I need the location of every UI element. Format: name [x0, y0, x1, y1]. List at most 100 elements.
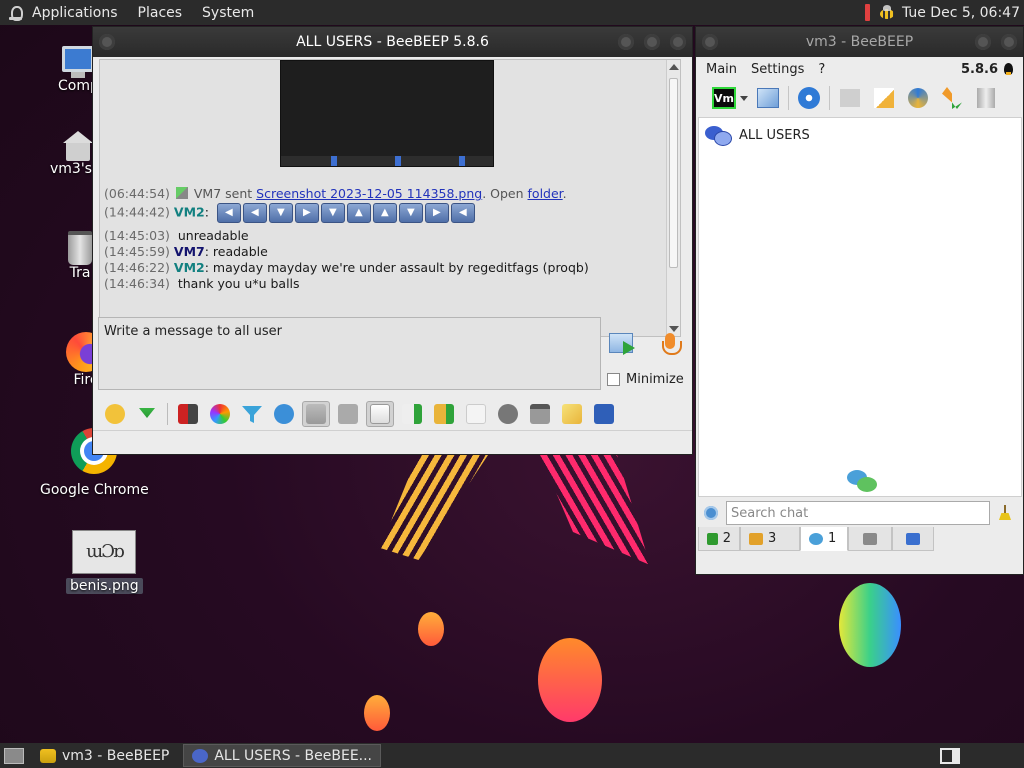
chat-nick[interactable]: VM7 — [174, 244, 205, 259]
window-menu-icon[interactable] — [99, 34, 115, 50]
chat-nick[interactable]: VM2 — [174, 260, 205, 275]
scroll-thumb[interactable] — [669, 78, 678, 268]
tab-users[interactable]: 2 — [698, 527, 740, 551]
main-window-title: vm3 - BeeBEEP — [805, 34, 914, 50]
close-window-icon[interactable] — [1001, 34, 1017, 50]
close-window-icon[interactable] — [670, 34, 686, 50]
plugins-button[interactable] — [904, 84, 932, 112]
window-button[interactable] — [526, 401, 554, 427]
screenshot-preview[interactable] — [280, 60, 494, 167]
window-menu-icon[interactable] — [702, 34, 718, 50]
menu-help[interactable]: ? — [818, 62, 825, 77]
envelope-icon — [840, 89, 860, 107]
edit-profile-button[interactable] — [754, 84, 782, 112]
emoji-button[interactable]: ◀ — [216, 203, 241, 223]
save-button[interactable] — [590, 401, 618, 427]
emoji-button[interactable]: ▼ — [268, 203, 293, 223]
battery-indicator-icon[interactable] — [864, 4, 870, 21]
scroll-up-icon[interactable] — [669, 64, 679, 70]
scroll-down-icon[interactable] — [669, 326, 679, 332]
taskbar-item-all-users[interactable]: ALL USERS - BeeBEE... — [183, 744, 382, 767]
main-window-titlebar[interactable]: vm3 - BeeBEEP — [696, 27, 1023, 57]
desktop-icon-benis-png[interactable]: ɯƆɒ benis.png — [66, 530, 143, 594]
menu-settings[interactable]: Settings — [751, 62, 804, 77]
emoji-button[interactable]: ▼ — [320, 203, 345, 223]
chat-text: thank you u*u balls — [177, 276, 300, 291]
desktop-icon-label: Google Chrome — [40, 482, 149, 498]
emoticon-button[interactable] — [101, 401, 129, 427]
menu-main[interactable]: Main — [706, 62, 737, 77]
desktop-icon-trash[interactable]: Tra — [68, 231, 92, 281]
version-badge: 5.8.6 — [961, 62, 1013, 77]
word-complete-button[interactable] — [334, 401, 362, 427]
edit-button[interactable] — [558, 401, 586, 427]
applications-menu[interactable]: Applications — [0, 0, 128, 25]
code-button[interactable] — [462, 401, 490, 427]
beebeep-tray-icon[interactable] — [878, 4, 896, 21]
emoji-button[interactable]: ▶ — [294, 203, 319, 223]
emoji-button[interactable]: ▼ — [398, 203, 423, 223]
chat-nick[interactable]: VM2 — [174, 205, 205, 220]
wallpaper-teal-blob — [839, 583, 901, 667]
top-panel: Applications Places System Tue Dec 5, 06… — [0, 0, 1024, 25]
write-note-button[interactable] — [870, 84, 898, 112]
workspace-switcher-icon[interactable] — [940, 747, 960, 764]
spellcheck-toggle[interactable] — [302, 401, 330, 427]
maximize-window-icon[interactable] — [644, 34, 660, 50]
emoji-button[interactable]: ▲ — [346, 203, 371, 223]
chat-icon — [809, 532, 823, 545]
tab-bookmarks[interactable] — [892, 527, 934, 551]
chat-log[interactable]: (06:44:54) VM7 sent Screenshot 2023-12-0… — [99, 59, 681, 337]
send-folder-button[interactable] — [430, 401, 458, 427]
emoji-button[interactable]: ▶ — [424, 203, 449, 223]
minimize-window-icon[interactable] — [618, 34, 634, 50]
minimize-checkbox[interactable] — [607, 373, 620, 386]
file-link[interactable]: Screenshot 2023-12-05 114358.png — [256, 186, 482, 201]
code-icon — [466, 404, 486, 424]
chevron-down-icon[interactable] — [740, 95, 748, 101]
sound-toggle[interactable] — [366, 401, 394, 427]
clear-button[interactable] — [972, 84, 1000, 112]
minimize-window-icon[interactable] — [975, 34, 991, 50]
user-list[interactable]: ALL USERS — [698, 117, 1022, 497]
send-file-button[interactable] — [398, 401, 426, 427]
palette-icon — [210, 404, 230, 424]
computer-icon — [62, 46, 95, 72]
network-button[interactable] — [795, 84, 823, 112]
font-button[interactable] — [174, 401, 202, 427]
taskbar-item-vm3[interactable]: vm3 - BeeBEEP — [32, 744, 177, 767]
panel-clock[interactable]: Tue Dec 5, 06:47 — [902, 5, 1020, 21]
folder-link[interactable]: folder — [528, 186, 563, 201]
broom-clear-icon[interactable] — [998, 505, 1012, 521]
settings-button[interactable] — [270, 401, 298, 427]
message-input[interactable]: Write a message to all user — [98, 317, 601, 390]
gear-icon[interactable] — [704, 506, 718, 520]
tab-file-sharing[interactable] — [848, 527, 892, 551]
font-color-button[interactable] — [206, 401, 234, 427]
emoji-button[interactable]: ▲ — [372, 203, 397, 223]
record-button[interactable] — [494, 401, 522, 427]
linux-tux-icon — [1004, 63, 1013, 75]
places-menu[interactable]: Places — [128, 0, 193, 25]
user-list-item[interactable]: ALL USERS — [699, 118, 1021, 152]
emoji-button[interactable]: ◀ — [242, 203, 267, 223]
update-button[interactable] — [938, 84, 966, 112]
show-desktop-icon[interactable] — [4, 747, 24, 764]
group-chat-icon — [192, 748, 209, 763]
status-selector-button[interactable]: Vm — [710, 84, 738, 112]
send-message-icon[interactable] — [609, 331, 639, 357]
tab-groups[interactable]: 3 — [740, 527, 800, 551]
tab-chats[interactable]: 1 — [800, 527, 848, 551]
main-menubar: Main Settings ? 5.8.6 — [696, 57, 1023, 81]
chat-log-scrollbar[interactable] — [666, 60, 680, 336]
offline-messages-button[interactable] — [836, 84, 864, 112]
file-sent-icon — [175, 187, 188, 199]
search-chat-input[interactable] — [726, 501, 990, 525]
emoji-button[interactable]: ◀ — [450, 203, 475, 223]
microphone-icon[interactable] — [660, 333, 682, 359]
minimize-checkbox-row[interactable]: Minimize — [607, 372, 684, 387]
emoticon-menu-button[interactable] — [133, 401, 161, 427]
system-menu[interactable]: System — [192, 0, 264, 25]
chat-window-titlebar[interactable]: ALL USERS - BeeBEEP 5.8.6 — [93, 27, 692, 57]
filter-button[interactable] — [238, 401, 266, 427]
